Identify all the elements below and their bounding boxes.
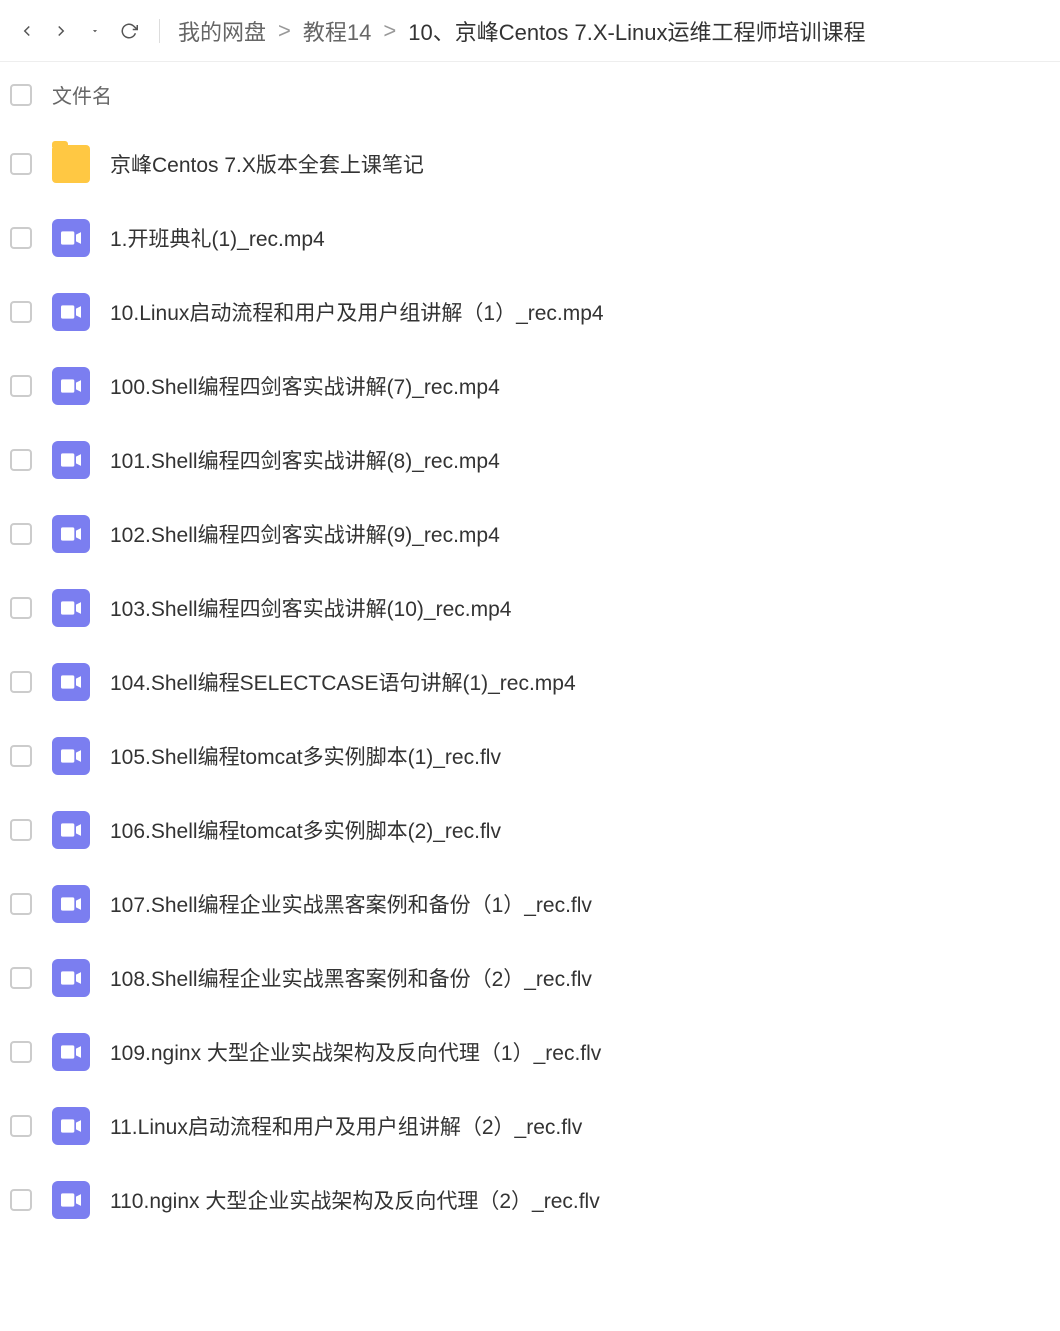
file-name: 104.Shell编程SELECTCASE语句讲解(1)_rec.mp4	[110, 667, 576, 697]
file-row[interactable]: 103.Shell编程四剑客实战讲解(10)_rec.mp4	[0, 571, 1060, 645]
breadcrumb-item-root[interactable]: 我的网盘	[178, 15, 266, 47]
video-icon	[52, 885, 90, 923]
video-icon	[52, 441, 90, 479]
file-checkbox[interactable]	[10, 153, 32, 175]
file-row[interactable]: 109.nginx 大型企业实战架构及反向代理（1）_rec.flv	[0, 1015, 1060, 1089]
video-icon	[52, 737, 90, 775]
file-checkbox[interactable]	[10, 227, 32, 249]
file-checkbox[interactable]	[10, 1041, 32, 1063]
file-row[interactable]: 京峰Centos 7.X版本全套上课笔记	[0, 127, 1060, 201]
video-icon	[52, 663, 90, 701]
video-icon	[52, 293, 90, 331]
video-icon	[52, 811, 90, 849]
breadcrumb-item-current[interactable]: 10、京峰Centos 7.X-Linux运维工程师培训课程	[408, 15, 865, 47]
video-icon	[52, 1181, 90, 1219]
file-row[interactable]: 101.Shell编程四剑客实战讲解(8)_rec.mp4	[0, 423, 1060, 497]
file-name: 105.Shell编程tomcat多实例脚本(1)_rec.flv	[110, 741, 501, 771]
file-checkbox[interactable]	[10, 745, 32, 767]
file-row[interactable]: 104.Shell编程SELECTCASE语句讲解(1)_rec.mp4	[0, 645, 1060, 719]
file-row[interactable]: 108.Shell编程企业实战黑客案例和备份（2）_rec.flv	[0, 941, 1060, 1015]
file-row[interactable]: 106.Shell编程tomcat多实例脚本(2)_rec.flv	[0, 793, 1060, 867]
forward-button[interactable]	[49, 19, 73, 43]
file-name: 110.nginx 大型企业实战架构及反向代理（2）_rec.flv	[110, 1185, 600, 1215]
video-icon	[52, 589, 90, 627]
breadcrumb: 我的网盘 > 教程14 > 10、京峰Centos 7.X-Linux运维工程师…	[178, 15, 865, 47]
file-name: 107.Shell编程企业实战黑客案例和备份（1）_rec.flv	[110, 889, 592, 919]
file-list: 京峰Centos 7.X版本全套上课笔记 1.开班典礼(1)_rec.mp4 10.…	[0, 127, 1060, 1237]
column-header-filename: 文件名	[52, 80, 112, 109]
history-dropdown-icon[interactable]	[83, 19, 107, 43]
toolbar-divider	[159, 19, 160, 43]
file-checkbox[interactable]	[10, 449, 32, 471]
file-checkbox[interactable]	[10, 819, 32, 841]
file-checkbox[interactable]	[10, 1115, 32, 1137]
file-name: 106.Shell编程tomcat多实例脚本(2)_rec.flv	[110, 815, 501, 845]
file-checkbox[interactable]	[10, 597, 32, 619]
file-row[interactable]: 10.Linux启动流程和用户及用户组讲解（1）_rec.mp4	[0, 275, 1060, 349]
video-icon	[52, 219, 90, 257]
file-checkbox[interactable]	[10, 523, 32, 545]
file-row[interactable]: 1.开班典礼(1)_rec.mp4	[0, 201, 1060, 275]
file-name: 108.Shell编程企业实战黑客案例和备份（2）_rec.flv	[110, 963, 592, 993]
file-row[interactable]: 102.Shell编程四剑客实战讲解(9)_rec.mp4	[0, 497, 1060, 571]
file-checkbox[interactable]	[10, 671, 32, 693]
table-header: 文件名	[0, 62, 1060, 127]
file-checkbox[interactable]	[10, 1189, 32, 1211]
file-name: 102.Shell编程四剑客实战讲解(9)_rec.mp4	[110, 519, 500, 549]
select-all-checkbox[interactable]	[10, 84, 32, 106]
file-row[interactable]: 105.Shell编程tomcat多实例脚本(1)_rec.flv	[0, 719, 1060, 793]
file-name: 109.nginx 大型企业实战架构及反向代理（1）_rec.flv	[110, 1037, 601, 1067]
breadcrumb-item-1[interactable]: 教程14	[303, 15, 371, 47]
video-icon	[52, 1033, 90, 1071]
video-icon	[52, 367, 90, 405]
back-button[interactable]	[15, 19, 39, 43]
toolbar: 我的网盘 > 教程14 > 10、京峰Centos 7.X-Linux运维工程师…	[0, 0, 1060, 62]
breadcrumb-separator: >	[383, 18, 396, 44]
file-row[interactable]: 107.Shell编程企业实战黑客案例和备份（1）_rec.flv	[0, 867, 1060, 941]
file-row[interactable]: 11.Linux启动流程和用户及用户组讲解（2）_rec.flv	[0, 1089, 1060, 1163]
file-checkbox[interactable]	[10, 301, 32, 323]
file-row[interactable]: 110.nginx 大型企业实战架构及反向代理（2）_rec.flv	[0, 1163, 1060, 1237]
file-row[interactable]: 100.Shell编程四剑客实战讲解(7)_rec.mp4	[0, 349, 1060, 423]
file-name: 101.Shell编程四剑客实战讲解(8)_rec.mp4	[110, 445, 500, 475]
file-name: 11.Linux启动流程和用户及用户组讲解（2）_rec.flv	[110, 1111, 582, 1141]
video-icon	[52, 515, 90, 553]
folder-icon	[52, 145, 90, 183]
breadcrumb-separator: >	[278, 18, 291, 44]
file-name: 10.Linux启动流程和用户及用户组讲解（1）_rec.mp4	[110, 297, 604, 327]
file-name: 1.开班典礼(1)_rec.mp4	[110, 223, 325, 253]
video-icon	[52, 959, 90, 997]
refresh-button[interactable]	[117, 19, 141, 43]
file-checkbox[interactable]	[10, 375, 32, 397]
file-checkbox[interactable]	[10, 893, 32, 915]
file-name: 京峰Centos 7.X版本全套上课笔记	[110, 149, 424, 179]
video-icon	[52, 1107, 90, 1145]
file-name: 100.Shell编程四剑客实战讲解(7)_rec.mp4	[110, 371, 500, 401]
file-name: 103.Shell编程四剑客实战讲解(10)_rec.mp4	[110, 593, 511, 623]
file-checkbox[interactable]	[10, 967, 32, 989]
